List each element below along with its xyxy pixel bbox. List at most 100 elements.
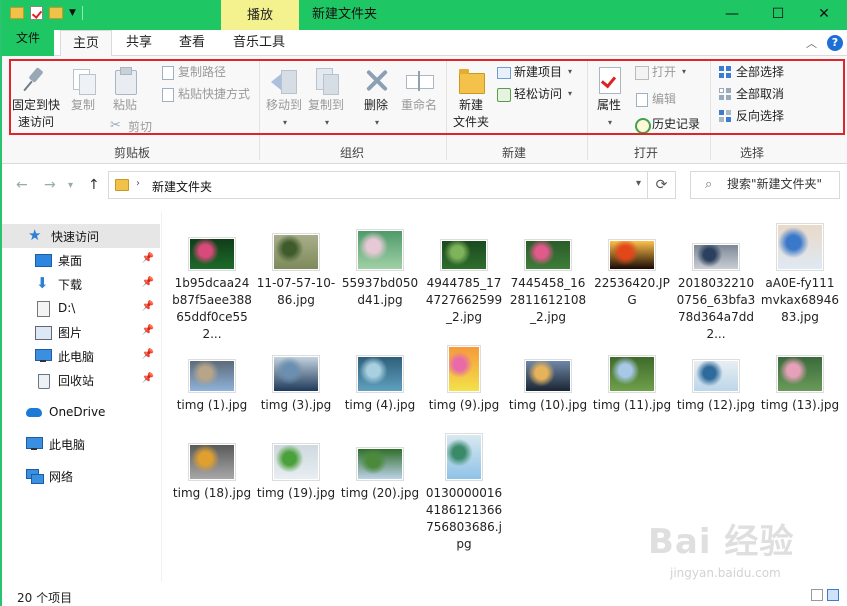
nav-item-this-pc[interactable]: 此电脑	[2, 432, 160, 456]
file-item[interactable]: timg (13).jpg	[760, 346, 840, 414]
pin-icon[interactable]: 📌	[142, 277, 154, 288]
file-item[interactable]: timg (18).jpg	[172, 434, 252, 502]
properties-icon[interactable]	[30, 6, 43, 20]
refresh-icon[interactable]: ⟳	[648, 171, 676, 199]
file-item[interactable]: timg (4).jpg	[340, 346, 420, 414]
collapse-ribbon-chevron-icon[interactable]: ︿	[806, 35, 817, 51]
properties-label: 属性	[596, 98, 621, 112]
address-bar[interactable]: › 新建文件夹 ▾	[108, 171, 648, 199]
delete-button[interactable]: 删除 ▾	[358, 66, 394, 131]
pin-icon[interactable]: 📌	[142, 373, 154, 384]
invert-selection-button[interactable]: 反向选择	[718, 108, 784, 124]
file-item[interactable]: 4944785_174727662599_2.jpg	[424, 224, 504, 326]
help-icon[interactable]: ?	[827, 35, 843, 51]
breadcrumb-current-folder[interactable]: 新建文件夹	[152, 178, 212, 195]
nav-item-pictures[interactable]: 图片 📌	[2, 320, 160, 344]
move-to-button[interactable]: 移动到 ▾	[264, 66, 304, 131]
tab-view[interactable]: 查看	[170, 30, 214, 56]
context-tab-play[interactable]: 播放	[221, 0, 299, 30]
file-item[interactable]: 01300000164186121366756803686.jpg	[424, 434, 504, 553]
pin-icon[interactable]: 📌	[142, 253, 154, 264]
file-item[interactable]: timg (20).jpg	[340, 434, 420, 502]
search-input[interactable]	[727, 177, 837, 191]
paste-button[interactable]: 粘贴	[108, 66, 142, 114]
file-item[interactable]: aA0E-fy111mvkax6894683.jpg	[760, 224, 840, 326]
copy-icon	[70, 66, 96, 95]
paste-shortcut-button[interactable]: 粘贴快捷方式	[160, 86, 250, 102]
group-label-clipboard: 剪贴板	[113, 146, 150, 160]
nav-item-quick-access[interactable]: 快速访问	[2, 224, 160, 248]
open-icon	[634, 65, 649, 80]
maximize-button[interactable]: ☐	[755, 0, 801, 30]
properties-button[interactable]: 属性 ▾	[592, 66, 626, 131]
chevron-down-icon: ▾	[568, 89, 573, 98]
copy-path-button[interactable]: 复制路径	[160, 64, 226, 80]
file-name: 20180322100756_63bfa378d364a7dd2...	[676, 276, 756, 341]
copy-button[interactable]: 复制	[66, 66, 100, 114]
forward-arrow-icon[interactable]: →	[44, 177, 56, 193]
close-button[interactable]: ✕	[801, 0, 847, 30]
chevron-down-icon: ▾	[282, 118, 287, 127]
nav-item-desktop[interactable]: 桌面 📌	[2, 248, 160, 272]
file-item[interactable]: 20180322100756_63bfa378d364a7dd2...	[676, 224, 756, 343]
easy-access-label: 轻松访问	[514, 87, 563, 101]
tab-music-tools[interactable]: 音乐工具	[227, 30, 291, 56]
nav-item-recycle-bin[interactable]: 回收站 📌	[2, 368, 160, 392]
back-arrow-icon[interactable]: ←	[16, 177, 28, 193]
up-arrow-icon[interactable]: ↑	[88, 177, 100, 193]
tab-share[interactable]: 共享	[117, 30, 161, 56]
recent-locations-chevron-icon[interactable]: ▾	[68, 180, 73, 191]
large-icons-view-icon[interactable]	[827, 589, 839, 601]
address-dropdown-chevron-icon[interactable]: ▾	[636, 178, 641, 189]
select-all-button[interactable]: 全部选择	[718, 64, 784, 80]
file-item[interactable]: timg (11).jpg	[592, 346, 672, 414]
file-item[interactable]: timg (9).jpg	[424, 346, 504, 414]
rename-button[interactable]: 重命名	[398, 66, 440, 114]
pin-icon[interactable]: 📌	[142, 301, 154, 312]
cut-button[interactable]: 剪切	[110, 118, 152, 135]
breadcrumb-chevron-icon[interactable]: ›	[136, 178, 140, 189]
tab-file[interactable]: 文件	[2, 30, 54, 56]
edit-label: 编辑	[652, 92, 677, 106]
file-item[interactable]: 55937bd050d41.jpg	[340, 224, 420, 309]
history-button[interactable]: 历史记录	[634, 116, 700, 134]
nav-item-network[interactable]: 网络	[2, 464, 160, 488]
nav-item-this-pc-pinned[interactable]: 此电脑 📌	[2, 344, 160, 368]
pin-icon[interactable]: 📌	[142, 349, 154, 360]
edit-button[interactable]: 编辑	[634, 91, 676, 107]
pin-to-quick-access-button[interactable]: 固定到快 速访问	[10, 66, 62, 131]
computer-icon	[35, 349, 52, 363]
new-folder-icon[interactable]	[49, 7, 63, 19]
file-name: timg (12).jpg	[676, 398, 756, 412]
select-none-button[interactable]: 全部取消	[718, 86, 784, 102]
customize-toolbar-chevron-icon[interactable]: ▼	[69, 8, 76, 18]
copy-to-button[interactable]: 复制到 ▾	[306, 66, 346, 131]
file-item[interactable]: timg (1).jpg	[172, 346, 252, 414]
nav-item-downloads[interactable]: 下载 📌	[2, 272, 160, 296]
new-folder-button[interactable]: 新建 文件夹	[450, 66, 492, 131]
file-item[interactable]: 7445458_162811612108_2.jpg	[508, 224, 588, 326]
nav-item-drive-d[interactable]: D:\ 📌	[2, 296, 160, 320]
chevron-down-icon: ▾	[374, 118, 379, 127]
tab-home[interactable]: 主页	[60, 30, 112, 57]
file-item[interactable]: 22536420.JPG	[592, 224, 672, 309]
open-button[interactable]: 打开 ▾	[634, 64, 686, 80]
new-item-button[interactable]: 新建项目 ▾	[496, 64, 572, 80]
folder-icon[interactable]	[10, 7, 24, 19]
nav-item-onedrive[interactable]: OneDrive	[2, 400, 160, 424]
file-item[interactable]: timg (12).jpg	[676, 346, 756, 414]
file-item[interactable]: timg (19).jpg	[256, 434, 336, 502]
navigation-pane: 快速访问 桌面 📌 下载 📌 D:\ 📌 图片 📌 此电脑 📌	[2, 212, 162, 582]
file-item[interactable]: 1b95dcaa24b87f5aee38865ddf0ce552...	[172, 224, 252, 343]
image-thumbnail	[609, 356, 655, 392]
file-item[interactable]: timg (3).jpg	[256, 346, 336, 414]
pin-icon[interactable]: 📌	[142, 325, 154, 336]
file-item[interactable]: 11-07-57-10-86.jpg	[256, 224, 336, 309]
search-box[interactable]: ⌕	[690, 171, 840, 199]
file-item[interactable]: timg (10).jpg	[508, 346, 588, 414]
new-item-label: 新建项目	[514, 65, 563, 79]
file-name: 55937bd050d41.jpg	[341, 276, 419, 307]
minimize-button[interactable]: —	[709, 0, 755, 30]
easy-access-button[interactable]: 轻松访问 ▾	[496, 86, 572, 102]
details-view-icon[interactable]	[811, 589, 823, 601]
